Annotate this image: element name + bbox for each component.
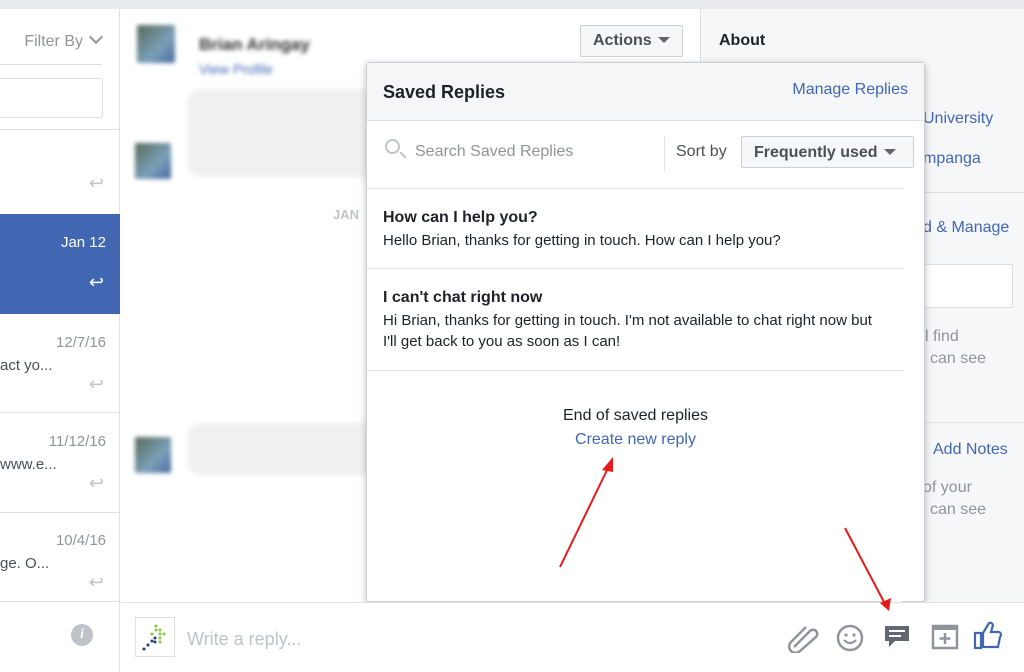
sort-value: Frequently used <box>754 144 878 161</box>
info-text: can see <box>930 350 987 367</box>
conversation-date: 11/12/16 <box>48 433 106 450</box>
end-of-replies-text: End of saved replies <box>563 407 708 424</box>
message-avatar <box>135 143 171 179</box>
compose-bar: Write a reply... <box>121 602 1024 672</box>
saved-reply-body: Hello Brian, thanks for getting in touch… <box>383 232 781 249</box>
conversation-snippet: ge. O... <box>0 555 50 572</box>
reply-input[interactable]: Write a reply... <box>187 629 301 650</box>
saved-reply-body: Hi Brian, thanks for getting in touch. I… <box>383 312 872 350</box>
manage-replies-link[interactable]: Manage Replies <box>792 81 908 99</box>
reply-icon: ↩ <box>88 473 104 493</box>
info-text: l find <box>925 328 959 345</box>
reply-icon: ↩ <box>88 374 104 394</box>
filter-label: Filter By <box>24 33 83 50</box>
saved-replies-title: Saved Replies <box>383 82 506 102</box>
message-bubble <box>187 423 377 475</box>
conversation-item[interactable]: ↩ <box>0 129 120 213</box>
add-manage-link[interactable]: d & Manage <box>923 219 1009 237</box>
page-logo <box>135 617 175 657</box>
saved-reply-title: How can I help you? <box>383 209 538 226</box>
date-marker: JAN <box>333 207 360 222</box>
divider <box>0 64 102 65</box>
search-icon <box>385 139 400 154</box>
view-profile-link[interactable]: View Profile <box>199 61 273 77</box>
paperclip-icon[interactable] <box>786 623 820 653</box>
saved-replies-header: Saved Replies Manage Replies <box>367 63 924 121</box>
emoji-icon[interactable] <box>835 623 865 653</box>
saved-reply-title: I can't chat right now <box>383 289 543 306</box>
saved-replies-popup: Saved Replies Manage Replies Search Save… <box>366 62 925 602</box>
actions-button[interactable]: Actions <box>580 25 683 57</box>
message-avatar <box>135 437 171 473</box>
conversation-date: 10/4/16 <box>55 532 106 549</box>
search-saved-replies-input[interactable]: Search Saved Replies <box>415 143 573 161</box>
contact-avatar <box>137 25 175 63</box>
saved-reply-item[interactable]: I can't chat right now Hi Brian, thanks … <box>367 269 904 371</box>
reply-icon: ↩ <box>88 572 104 592</box>
filter-by-dropdown[interactable]: Filter By <box>24 29 104 51</box>
conversation-snippet: www.e... <box>0 456 57 473</box>
reply-icon: ↩ <box>88 272 104 292</box>
add-notes-link[interactable]: Add Notes <box>933 441 1008 459</box>
conversation-search-input[interactable] <box>0 78 103 118</box>
about-title: About <box>719 32 766 49</box>
saved-replies-icon[interactable] <box>883 623 911 651</box>
actions-label: Actions <box>593 32 652 49</box>
conversation-date: Jan 12 <box>60 234 106 251</box>
like-icon[interactable] <box>973 619 1003 651</box>
sort-select[interactable]: Frequently used <box>741 136 914 168</box>
chevron-down-icon <box>88 29 104 45</box>
conversation-item[interactable]: 10/4/16 ge. O... ↩ <box>0 512 120 612</box>
divider <box>664 137 665 171</box>
sort-by-label: Sort by <box>676 143 727 160</box>
caret-down-icon <box>883 149 896 155</box>
top-strip <box>0 0 1024 9</box>
add-appointment-icon[interactable] <box>931 623 959 651</box>
conversation-date: 12/7/16 <box>55 334 106 351</box>
divider <box>0 601 120 602</box>
conversation-item[interactable]: 11/12/16 www.e... ↩ <box>0 413 120 513</box>
info-text: of your <box>923 479 972 496</box>
conversation-item-selected[interactable]: Jan 12 ↩ <box>0 214 120 314</box>
saved-reply-item[interactable]: How can I help you? Hello Brian, thanks … <box>367 189 904 269</box>
caret-down-icon <box>657 37 670 43</box>
contact-name: Brian Aringay <box>199 35 310 54</box>
reply-icon: ↩ <box>88 173 104 193</box>
profile-link[interactable]: University <box>923 110 993 128</box>
search-sort-row: Search Saved Replies Sort by Frequently … <box>367 121 914 189</box>
conversation-snippet: act yo... <box>0 357 53 374</box>
profile-link[interactable]: mpanga <box>923 150 981 168</box>
create-new-reply-link[interactable]: Create new reply <box>367 431 904 449</box>
info-icon[interactable]: i <box>71 624 93 646</box>
conversation-list: Filter By ↩ Jan 12 ↩ 12/7/16 act yo... ↩… <box>0 9 120 672</box>
message-bubble <box>187 89 377 177</box>
info-text: can see <box>930 501 987 518</box>
conversation-item[interactable]: 12/7/16 act yo... ↩ <box>0 314 120 414</box>
